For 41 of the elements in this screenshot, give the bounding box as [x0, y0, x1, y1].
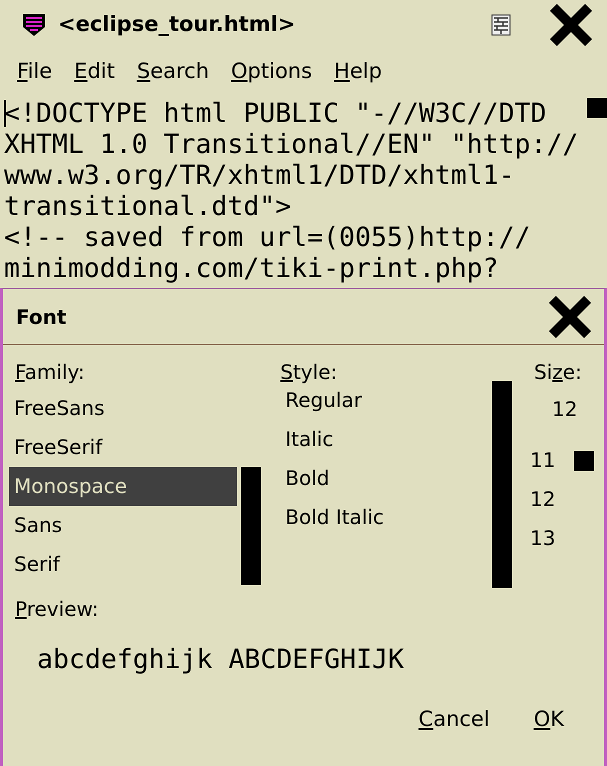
menu-item[interactable]: Edit [63, 56, 126, 88]
text-cursor [4, 100, 6, 127]
size-field[interactable]: 12 [522, 391, 594, 427]
list-item[interactable]: Monospace [9, 467, 237, 506]
code-line: transitional.dtd"> [4, 191, 292, 222]
list-item[interactable]: Sans [9, 506, 237, 545]
code-line: XHTML 1.0 Transitional//EN" "http:// [4, 129, 580, 160]
text-editor[interactable]: <!DOCTYPE html PUBLIC "-//W3C//DTD XHTML 1.0 Transitional//EN" "http:// www.w3.org/TR/xhtml1/DTD/xhtml1- transitional.dtd"> <!-- saved from url=(0055)http:// minimodding.com/tiki-print.php? [0, 98, 607, 288]
close-icon[interactable] [548, 294, 592, 338]
list-item[interactable]: 13 [530, 519, 566, 558]
app-icon [22, 13, 46, 37]
list-item[interactable]: Serif [9, 545, 237, 584]
list-item[interactable]: Bold Italic [280, 498, 492, 537]
list-item[interactable]: Italic [280, 420, 492, 459]
list-item[interactable]: 12 [530, 480, 566, 519]
preview-text: abcdefghijk ABCDEFGHIJK [37, 643, 404, 677]
list-item[interactable]: FreeSerif [9, 428, 237, 467]
code-line: minimodding.com/tiki-print.php? [4, 253, 500, 284]
code-line: <!-- saved from url=(0055)http:// [4, 222, 532, 253]
field-label: Family: [15, 359, 86, 386]
field-label: Preview: [15, 596, 100, 623]
window-title: <eclipse_tour.html> [58, 11, 296, 38]
dialog-button[interactable]: Cancel [418, 704, 490, 736]
field-label: Style: [280, 359, 338, 386]
scrollbar-thumb[interactable] [492, 381, 512, 588]
scrollbar-thumb[interactable] [587, 98, 607, 118]
close-icon[interactable] [549, 3, 593, 47]
menu-item[interactable]: File [6, 56, 64, 88]
dialog-button[interactable]: OK [534, 704, 564, 736]
list-item[interactable]: 11 [530, 441, 566, 480]
scrollbar-thumb[interactable] [241, 467, 261, 585]
keyboard-icon[interactable] [491, 14, 511, 36]
field-label: Size: [534, 359, 583, 386]
menu-item[interactable]: Help [323, 56, 393, 88]
list-item[interactable]: Bold [280, 459, 492, 498]
menu-item[interactable]: Options [220, 56, 324, 88]
dialog-title: Font [16, 304, 66, 330]
code-line: www.w3.org/TR/xhtml1/DTD/xhtml1- [4, 160, 516, 191]
menu-item[interactable]: Search [126, 56, 220, 88]
list-item[interactable]: FreeSans [9, 389, 237, 428]
scrollbar-thumb[interactable] [574, 451, 594, 471]
